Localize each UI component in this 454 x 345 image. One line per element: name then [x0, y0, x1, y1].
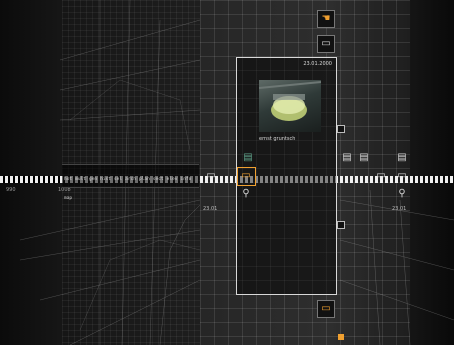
tag-item[interactable]: elev: [165, 169, 179, 182]
tag-item[interactable]: map: [62, 188, 73, 201]
bottom-pointer-marker: [338, 334, 344, 340]
record-date: 23.01.2000: [303, 61, 332, 67]
panel-marker-bottom[interactable]: [337, 221, 345, 229]
document-icon[interactable]: ▤: [241, 152, 255, 166]
document-icon[interactable]: ▤: [357, 152, 371, 166]
panel-marker-top[interactable]: [337, 125, 345, 133]
folder-icon[interactable]: ▭: [317, 35, 335, 53]
person-icon[interactable]: ⚲: [239, 188, 253, 202]
tag-item[interactable]: sect: [151, 169, 165, 182]
folder-icon[interactable]: ▭: [317, 300, 335, 318]
folder-icon[interactable]: ▭: [374, 170, 388, 184]
tag-item[interactable]: gen: [87, 169, 98, 182]
folder-icon[interactable]: ▭: [395, 170, 409, 184]
document-icon[interactable]: ▤: [395, 152, 409, 166]
tag-item[interactable]: sel: [112, 169, 123, 182]
hand-icon[interactable]: ☚: [317, 10, 335, 28]
document-icon[interactable]: ▤: [340, 152, 354, 166]
tag-item[interactable]: info: [178, 169, 192, 182]
folder-icon[interactable]: ▭: [239, 170, 253, 184]
timeline-date-left: 23.01: [203, 206, 218, 212]
category-tag-bar: hot mult gen hist sel arch plan sect elev info map: [62, 164, 199, 201]
timeline-start-label: 990: [6, 187, 16, 193]
folder-icon[interactable]: ▭: [204, 170, 218, 184]
tag-item[interactable]: mult: [73, 169, 87, 182]
person-icon[interactable]: ⚲: [395, 188, 409, 202]
tag-item[interactable]: hot: [62, 169, 73, 182]
record-author-caption: ernst gruntsch: [259, 136, 296, 142]
application-window: 990 1008 hotmultgenhistselarchplansectel…: [0, 0, 454, 345]
timeline-date-right: 23.01: [392, 206, 407, 212]
record-thumbnail[interactable]: [259, 80, 321, 132]
tag-item[interactable]: arch: [123, 169, 137, 182]
tag-item[interactable]: plan: [137, 169, 151, 182]
tag-item[interactable]: hist: [98, 169, 112, 182]
